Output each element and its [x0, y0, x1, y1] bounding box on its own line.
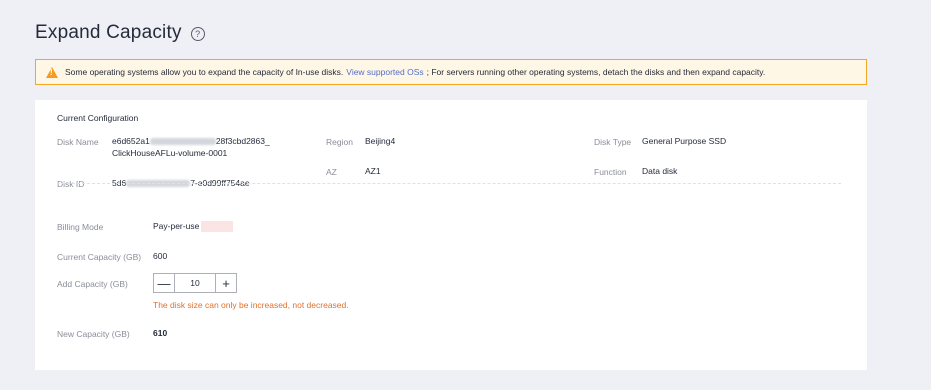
disk-type-label: Disk Type	[594, 137, 632, 147]
disk-name-value: e6d652a1 28f3cbd2863_ ClickHouseAFLu-volu…	[112, 135, 270, 159]
capacity-stepper: — 10 +	[153, 273, 237, 293]
redacted-block	[149, 138, 216, 146]
page-header: Expand Capacity ?	[35, 22, 205, 44]
disk-name-line2: ClickHouseAFLu-volume-0001	[112, 148, 228, 158]
capacity-hint: The disk size can only be increased, not…	[153, 300, 349, 310]
current-capacity-label: Current Capacity (GB)	[57, 252, 142, 262]
disk-name-label: Disk Name	[57, 137, 99, 147]
region-label: Region	[326, 137, 353, 147]
notice-banner: Some operating systems allow you to expa…	[35, 59, 867, 85]
notice-text: Some operating systems allow you to expa…	[65, 67, 344, 77]
az-value: AZ1	[365, 166, 381, 176]
billing-mode-label: Billing Mode	[57, 222, 104, 232]
disk-name-start: e6d652a1	[112, 136, 150, 146]
disk-id-label: Disk ID	[57, 179, 85, 189]
section-divider	[57, 183, 841, 184]
help-icon[interactable]: ?	[190, 27, 205, 41]
disk-type-value: General Purpose SSD	[642, 136, 727, 146]
page-title: Expand Capacity	[35, 22, 182, 43]
redacted-block	[201, 221, 234, 233]
function-value: Data disk	[642, 166, 678, 176]
region-value: Beijing4	[365, 136, 396, 146]
warning-icon	[46, 66, 58, 78]
capacity-input[interactable]: 10	[174, 274, 216, 292]
view-supported-os-link[interactable]: View supported OSs	[346, 67, 423, 77]
configuration-card: Current Configuration Disk Name e6d652a1…	[35, 100, 867, 370]
disk-name-end: 28f3cbd2863_	[215, 136, 270, 146]
notice-text-after: ; For servers running other operating sy…	[426, 67, 766, 77]
az-label: AZ	[326, 167, 337, 177]
billing-mode-value: Pay-per-use	[153, 220, 234, 233]
new-capacity-label: New Capacity (GB)	[57, 329, 130, 339]
decrease-button[interactable]: —	[154, 274, 174, 292]
function-label: Function	[594, 167, 627, 177]
new-capacity-value: 610	[153, 328, 168, 338]
section-title: Current Configuration	[57, 113, 139, 123]
increase-button[interactable]: +	[216, 274, 236, 292]
current-capacity-value: 600	[153, 251, 168, 261]
add-capacity-label: Add Capacity (GB)	[57, 279, 128, 289]
billing-mode-text: Pay-per-use	[153, 221, 200, 231]
